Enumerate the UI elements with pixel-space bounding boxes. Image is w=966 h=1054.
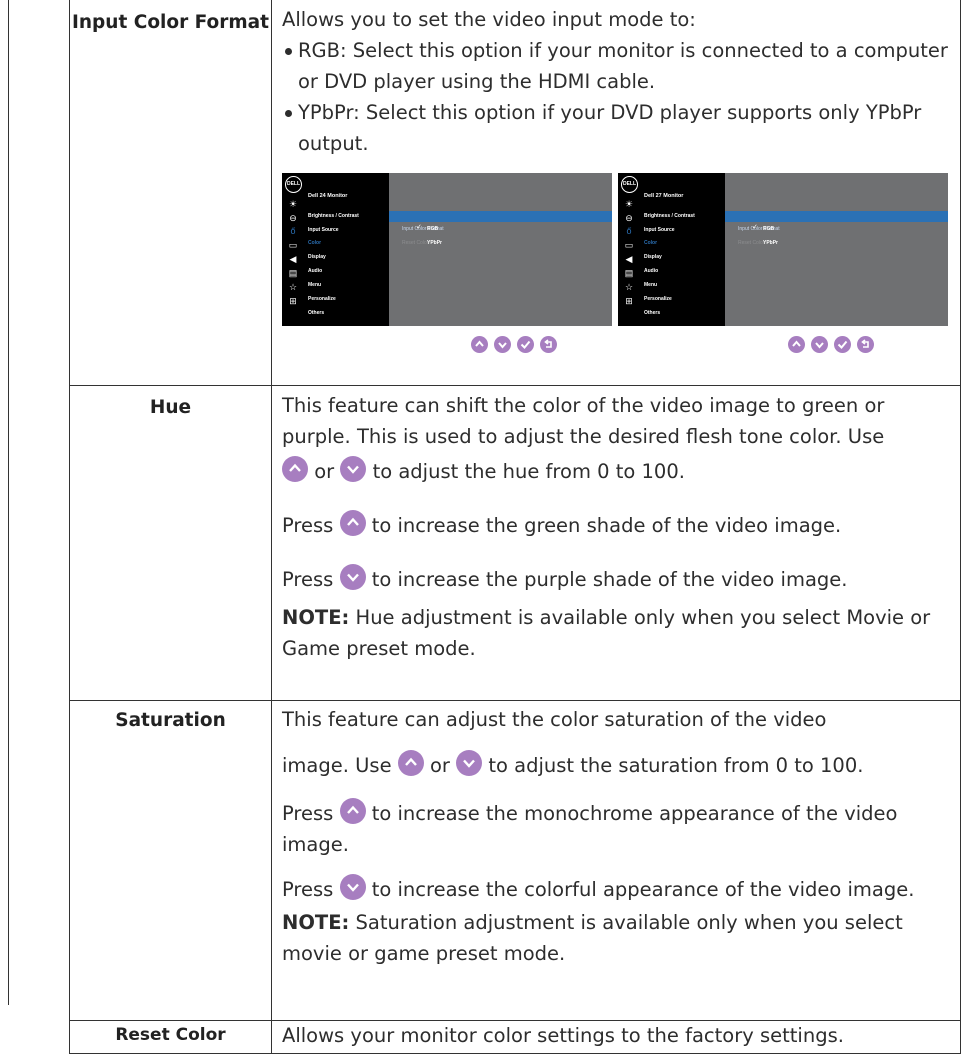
- osd-menu-item: Others: [308, 310, 325, 316]
- text: to increase the monochrome appearance of…: [282, 802, 898, 856]
- text: to adjust the saturation from 0 to 100.: [488, 754, 864, 777]
- osd-menu-item: Others: [644, 310, 661, 316]
- menu-icon: ▤: [288, 268, 298, 278]
- display-icon: ▭: [624, 240, 634, 250]
- text: This feature can shift the color of the …: [282, 394, 885, 448]
- audio-icon: ◀: [289, 254, 297, 264]
- row-reset-color: Reset Color Allows your monitor color se…: [69, 1020, 961, 1054]
- saturation-mono-line: Press to increase the monochrome appeara…: [282, 798, 956, 860]
- row-label: Saturation: [69, 700, 272, 1021]
- row-label: Input Color Format: [69, 0, 272, 386]
- hue-purple-line: Press to increase the purple shade of th…: [282, 560, 956, 600]
- text: This feature can adjust the color satura…: [282, 708, 827, 731]
- text: to increase the purple shade of the vide…: [371, 568, 848, 591]
- note-label: NOTE:: [282, 606, 350, 629]
- brightness-icon: ☀: [624, 199, 634, 209]
- row-content: Allows your monitor color settings to th…: [271, 1020, 961, 1054]
- list-item: YPbPr: Select this option if your DVD pl…: [282, 97, 956, 159]
- text: Press: [282, 878, 334, 901]
- saturation-adjust-line: image. Use or to adjust the saturation f…: [282, 746, 956, 786]
- row-content: This feature can adjust the color satura…: [271, 700, 961, 1021]
- up-button-icon: [397, 750, 424, 776]
- color-icon: ő: [626, 226, 632, 236]
- input-source-icon: ⊖: [289, 213, 297, 223]
- saturation-note: NOTE: Saturation adjustment is available…: [282, 907, 956, 969]
- row-content: This feature can shift the color of the …: [271, 385, 961, 701]
- down-button-icon: [811, 336, 828, 353]
- label-text: Saturation: [115, 710, 226, 731]
- up-button-icon: [282, 456, 308, 482]
- up-button-icon: [471, 336, 488, 353]
- row-label: Hue: [69, 385, 272, 701]
- up-button-icon: [339, 510, 366, 536]
- osd-menu-24: DELL Dell 24 Monitor ☀ Brightness / Cont…: [282, 173, 612, 326]
- text: to increase the colorful appearance of t…: [371, 878, 915, 901]
- row-input-color-format: Input Color Format Allows you to set the…: [69, 0, 961, 386]
- down-button-icon: [456, 750, 483, 776]
- label-text: Input Color Format: [72, 12, 269, 33]
- intro-text: Allows you to set the video input mode t…: [282, 8, 696, 31]
- row-hue: Hue This feature can shift the color of …: [69, 385, 961, 701]
- osd-nav-buttons: [282, 336, 956, 353]
- note-text: Saturation adjustment is available only …: [282, 911, 903, 965]
- text: or: [314, 460, 335, 483]
- label-text: Hue: [149, 397, 192, 418]
- personalize-icon: ☆: [288, 282, 298, 292]
- text: image. Use: [282, 754, 392, 777]
- input-source-icon: ⊖: [625, 213, 633, 223]
- brightness-icon: ☀: [288, 199, 298, 209]
- hue-description: This feature can shift the color of the …: [282, 390, 956, 452]
- osd-screenshots: DELL Dell 24 Monitor ☀ Brightness / Cont…: [282, 173, 956, 326]
- dell-logo: DELL: [285, 176, 302, 193]
- option-list: RGB: Select this option if your monitor …: [282, 35, 956, 159]
- hue-green-line: Press to increase the green shade of the…: [282, 506, 956, 546]
- down-button-icon: [339, 564, 366, 590]
- check-button-icon: [517, 336, 534, 353]
- display-icon: ▭: [288, 240, 298, 250]
- dell-logo: DELL: [621, 176, 638, 193]
- text: Press: [282, 802, 334, 825]
- text: to increase the green shade of the video…: [371, 514, 842, 537]
- osd-option: YPbPr: [763, 240, 779, 246]
- back-button-icon: [540, 336, 557, 353]
- up-button-icon: [788, 336, 805, 353]
- others-icon: ⊞: [289, 296, 297, 306]
- left-margin-rule: [8, 0, 9, 1005]
- check-icon: ✓: [752, 224, 758, 231]
- note-text: Hue adjustment is available only when yo…: [282, 606, 931, 660]
- menu-icon: ▤: [624, 268, 634, 278]
- row-label: Reset Color: [69, 1020, 272, 1054]
- label-text: Reset Color: [115, 1025, 226, 1045]
- down-button-icon: [494, 336, 511, 353]
- saturation-description: This feature can adjust the color satura…: [282, 703, 956, 736]
- text: Press: [282, 568, 334, 591]
- settings-table: Input Color Format Allows you to set the…: [69, 0, 961, 1054]
- note-label: NOTE:: [282, 911, 350, 934]
- others-icon: ⊞: [625, 296, 633, 306]
- reset-description: Allows your monitor color settings to th…: [282, 1024, 844, 1047]
- personalize-icon: ☆: [624, 282, 634, 292]
- audio-icon: ◀: [625, 254, 633, 264]
- text: or: [429, 754, 450, 777]
- nav-group-27: [788, 336, 874, 353]
- row-saturation: Saturation This feature can adjust the c…: [69, 700, 961, 1021]
- row-content: Allows you to set the video input mode t…: [271, 0, 961, 386]
- hue-adjust-line: or to adjust the hue from 0 to 100.: [282, 452, 956, 492]
- text: Press: [282, 514, 334, 537]
- down-button-icon: [340, 456, 367, 482]
- nav-group-24: [471, 336, 557, 353]
- down-button-icon: [339, 874, 366, 900]
- osd-option: YPbPr: [427, 240, 443, 246]
- list-item: RGB: Select this option if your monitor …: [282, 35, 956, 97]
- back-button-icon: [857, 336, 874, 353]
- check-button-icon: [834, 336, 851, 353]
- saturation-color-line: Press to increase the colorful appearanc…: [282, 874, 956, 905]
- color-icon: ő: [290, 226, 296, 236]
- text: to adjust the hue from 0 to 100.: [372, 460, 685, 483]
- check-icon: ✓: [416, 224, 422, 231]
- hue-note: NOTE: Hue adjustment is available only w…: [282, 602, 956, 664]
- up-button-icon: [339, 798, 366, 824]
- osd-menu-27: DELL Dell 27 Monitor ☀ Brightness / Cont…: [618, 173, 948, 326]
